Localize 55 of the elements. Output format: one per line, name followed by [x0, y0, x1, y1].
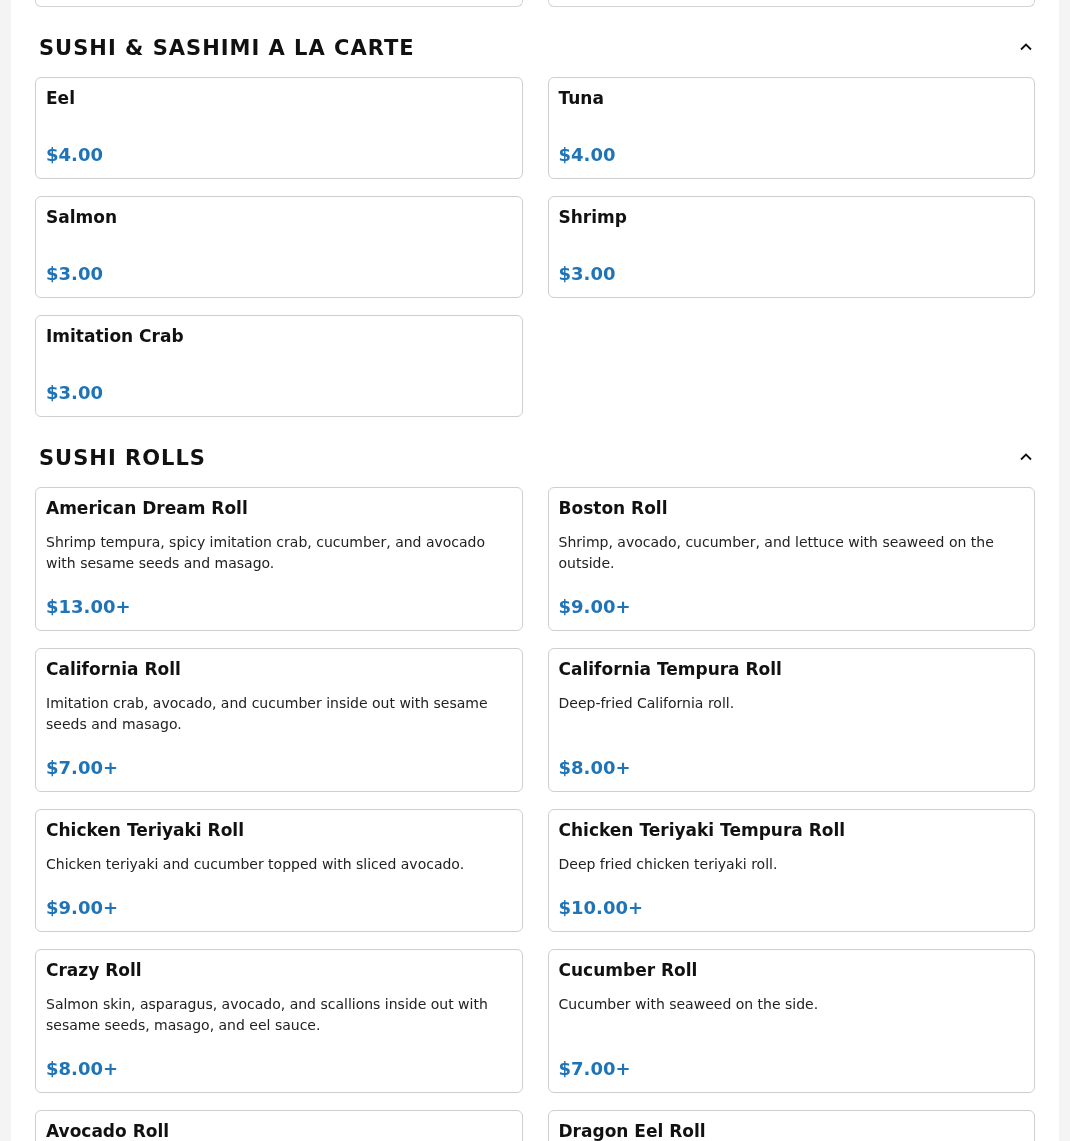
item-description: Deep fried chicken teriyaki roll. — [558, 855, 779, 874]
item-description: Imitation crab, avocado, and cucumber inside out with sesame seeds and masago. — [46, 694, 489, 734]
menu-item-card[interactable]: Eel $4.00 — [35, 77, 523, 179]
section-title: SUSHI & SASHIMI A LA CARTE — [39, 35, 415, 61]
menu-item-card[interactable]: California Tempura Roll Deep-fried California roll. $8.00+ — [547, 648, 1035, 792]
menu-item-card[interactable]: California Roll Imitation crab, avocado, and cucumber inside out with sesame seeds and masago. $7.00+ — [35, 648, 523, 792]
section-title: SUSHI ROLLS — [39, 445, 206, 471]
item-name: Dragon Eel Roll — [558, 1121, 707, 1141]
item-price: $8.00+ — [46, 1057, 120, 1081]
chevron-icon — [1019, 42, 1033, 51]
item-description: Shrimp tempura, spicy imitation crab, cucumber, and avocado with sesame seeds and masago. — [46, 533, 487, 573]
menu-item-card[interactable]: American Dream Roll Shrimp tempura, spicy imitation crab, cucumber, and avocado with sesame seeds and masago. $13.00+ — [35, 487, 523, 631]
item-price: $10.00+ — [558, 896, 645, 920]
item-name: Imitation Crab — [46, 326, 185, 346]
item-name: Avocado Roll — [46, 1121, 171, 1141]
item-price: $3.00 — [46, 262, 104, 286]
menu-item-card[interactable]: Chicken Teriyaki Roll Chicken teriyaki and cucumber topped with sliced avocado. $9.00+ — [35, 809, 523, 932]
item-name: Chicken Teriyaki Tempura Roll — [558, 820, 847, 840]
item-name: Shrimp — [558, 207, 628, 227]
menu-item-card[interactable]: Boston Roll Shrimp, avocado, cucumber, and lettuce with seaweed on the outside. $9.00+ — [547, 487, 1035, 631]
item-name: Eel — [46, 88, 76, 108]
chevron-icon — [1019, 452, 1033, 461]
item-description: Chicken teriyaki and cucumber topped with sliced avocado. — [46, 855, 466, 874]
item-description: Cucumber with seaweed on the side. — [558, 995, 820, 1014]
item-name: Tuna — [558, 88, 605, 108]
item-name: American Dream Roll — [46, 498, 249, 518]
item-name: Chicken Teriyaki Roll — [46, 820, 245, 840]
item-price: $3.00 — [46, 381, 104, 405]
item-price: $3.00 — [558, 262, 617, 286]
item-name: Boston Roll — [558, 498, 669, 518]
menu-item-card[interactable]: Chicken Teriyaki Tempura Roll Deep fried chicken teriyaki roll. $10.00+ — [547, 809, 1035, 932]
menu-item-card[interactable]: Avocado Roll — [35, 1110, 523, 1141]
item-description: Salmon skin, asparagus, avocado, and scallions inside out with sesame seeds, masago, and eel sauce. — [46, 995, 489, 1035]
item-name: Crazy Roll — [46, 960, 143, 980]
item-price: $9.00+ — [558, 595, 632, 619]
item-name: Salmon — [46, 207, 119, 227]
item-description: Shrimp, avocado, cucumber, and lettuce with seaweed on the outside. — [558, 533, 995, 573]
item-price: $4.00 — [558, 143, 617, 167]
menu-item-card[interactable]: Shrimp $3.00 — [547, 196, 1035, 298]
item-name: California Tempura Roll — [558, 659, 783, 679]
item-description: Deep-fried California roll. — [558, 694, 736, 713]
item-price: $8.00+ — [558, 756, 632, 780]
menu-item-card[interactable]: Cucumber Roll Cucumber with seaweed on the side. $7.00+ — [547, 949, 1035, 1093]
item-name: California Roll — [46, 659, 182, 679]
menu-item-card[interactable]: Crazy Roll Salmon skin, asparagus, avocado, and scallions inside out with sesame seeds, masago, and eel sauce. $8.00+ — [35, 949, 523, 1093]
item-price: $7.00+ — [46, 756, 120, 780]
item-price: $9.00+ — [46, 896, 120, 920]
menu-item-card[interactable]: Tuna $4.00 — [547, 77, 1035, 179]
menu-item-card[interactable]: Salmon $3.00 — [35, 196, 523, 298]
menu-item-card[interactable]: Dragon Eel Roll — [547, 1110, 1035, 1141]
item-price: $13.00+ — [46, 595, 132, 619]
item-price: $4.00 — [46, 143, 104, 167]
item-price: $7.00+ — [558, 1057, 632, 1081]
item-name: Cucumber Roll — [558, 960, 699, 980]
menu-item-card[interactable]: Imitation Crab $3.00 — [35, 315, 523, 417]
